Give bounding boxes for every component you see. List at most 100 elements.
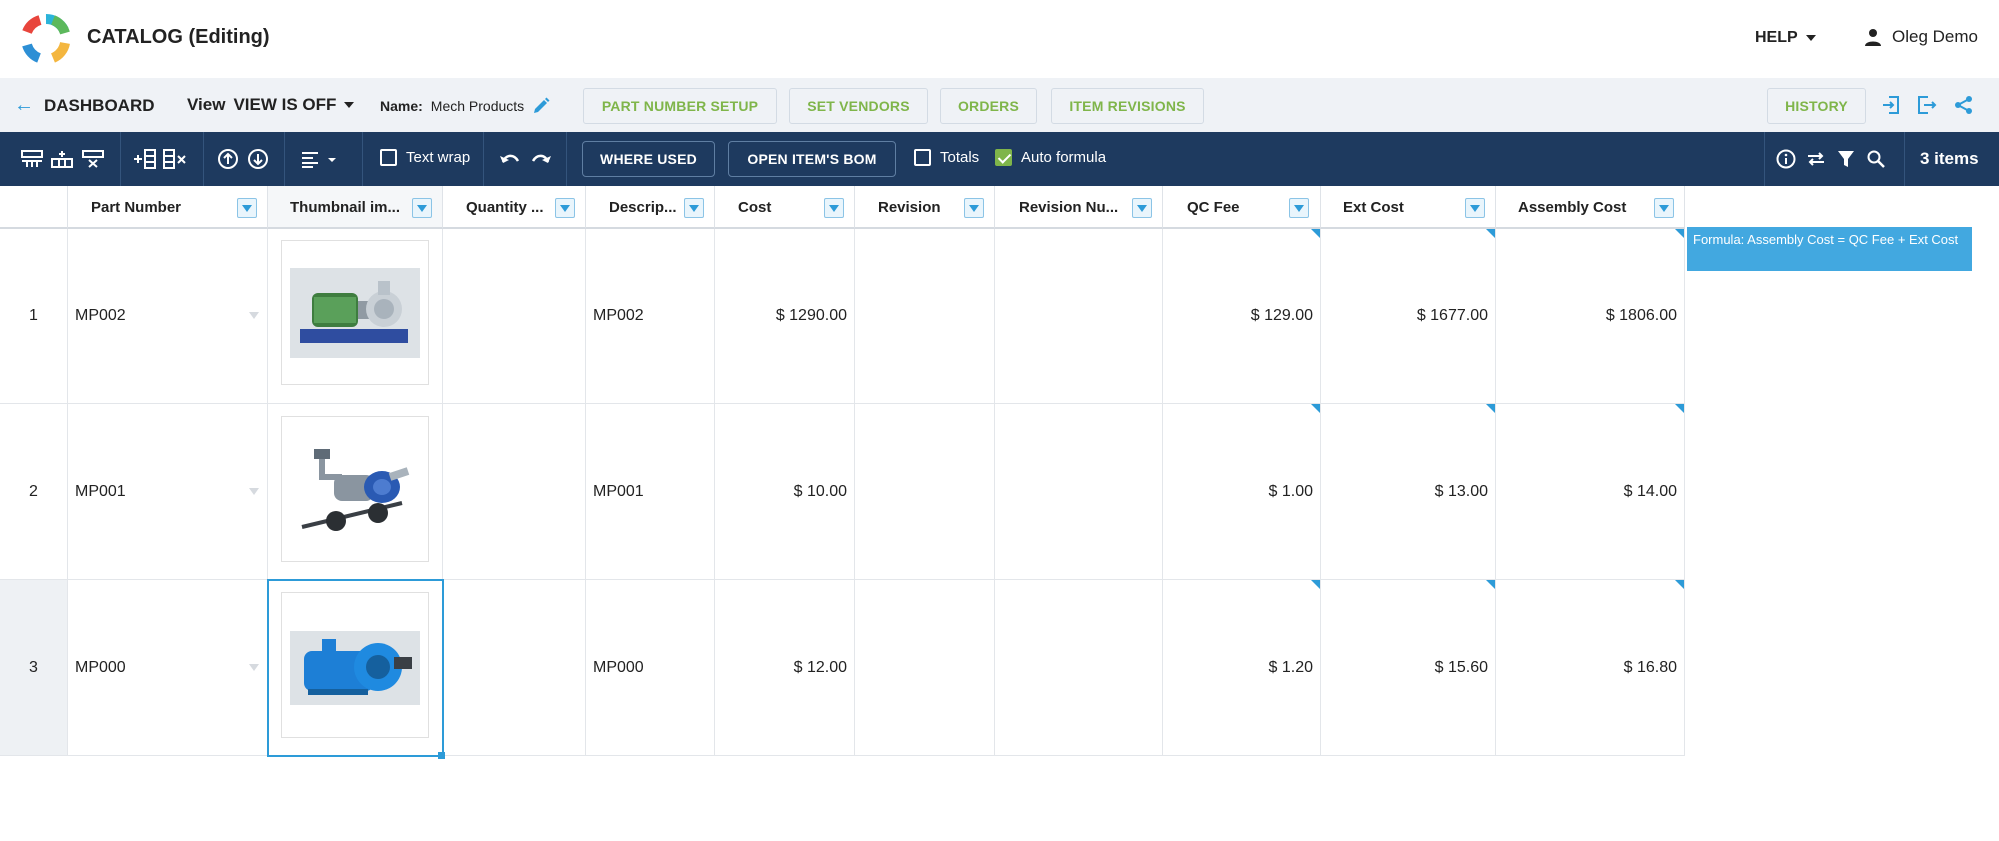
cell-cost[interactable]: $ 12.00	[715, 580, 855, 756]
item-revisions-button[interactable]: ITEM REVISIONS	[1051, 88, 1204, 124]
cell-quantity[interactable]	[443, 229, 586, 404]
row-number-label: 3	[29, 658, 38, 676]
cell-description[interactable]: MP000	[586, 580, 715, 756]
column-filter-button[interactable]	[412, 198, 432, 218]
cell-description[interactable]: MP001	[586, 404, 715, 580]
filter-icon[interactable]	[1834, 148, 1858, 170]
column-filter-button[interactable]	[555, 198, 575, 218]
auto-formula-toggle[interactable]: Auto formula	[995, 149, 1106, 166]
column-header-revision[interactable]: Revision	[855, 186, 995, 229]
view-selector[interactable]: View VIEW IS OFF	[187, 95, 355, 115]
app-logo-icon[interactable]	[20, 13, 72, 65]
column-filter-button[interactable]	[1654, 198, 1674, 218]
column-filter-button[interactable]	[1289, 198, 1309, 218]
cell-ext-cost[interactable]: $ 15.60	[1321, 580, 1496, 756]
move-up-icon[interactable]	[216, 148, 240, 170]
row-number[interactable]: 2	[0, 404, 68, 580]
column-header-cost[interactable]: Cost	[715, 186, 855, 229]
column-filter-button[interactable]	[1132, 198, 1152, 218]
row-number[interactable]: 3	[0, 580, 68, 756]
column-header-assembly-cost[interactable]: Assembly Cost	[1496, 186, 1685, 229]
column-header-qc-fee[interactable]: QC Fee	[1163, 186, 1321, 229]
column-header-description[interactable]: Descrip...	[586, 186, 715, 229]
column-header-revision-number[interactable]: Revision Nu...	[995, 186, 1163, 229]
part-number-setup-button[interactable]: PART NUMBER SETUP	[583, 88, 777, 124]
formula-indicator-icon	[1486, 404, 1495, 413]
text-align-menu[interactable]	[300, 148, 342, 170]
column-header-ext-cost[interactable]: Ext Cost	[1321, 186, 1496, 229]
user-menu[interactable]: Oleg Demo	[1864, 27, 1978, 47]
insert-column-icon[interactable]	[133, 148, 157, 170]
cell-cost[interactable]: $ 1290.00	[715, 229, 855, 404]
cell-description[interactable]: MP002	[586, 229, 715, 404]
cell-revision-number[interactable]	[995, 229, 1163, 404]
column-header-thumbnail[interactable]: Thumbnail im...	[268, 186, 443, 229]
swap-icon[interactable]	[1804, 148, 1828, 170]
cell-thumbnail[interactable]	[268, 404, 443, 580]
orders-button[interactable]: ORDERS	[940, 88, 1037, 124]
column-filter-button[interactable]	[237, 198, 257, 218]
app-title: CATALOG (Editing)	[87, 26, 270, 48]
cell-assembly-cost[interactable]: $ 16.80	[1496, 580, 1685, 756]
set-vendors-button[interactable]: SET VENDORS	[789, 88, 928, 124]
cell-thumbnail[interactable]	[268, 229, 443, 404]
thumbnail-image[interactable]	[281, 240, 429, 385]
column-header-quantity[interactable]: Quantity ...	[443, 186, 586, 229]
where-used-button[interactable]: WHERE USED	[582, 141, 715, 177]
delete-column-icon[interactable]	[163, 148, 187, 170]
pencil-icon[interactable]	[532, 97, 550, 115]
back-to-dashboard[interactable]: ← DASHBOARD	[14, 94, 155, 117]
text-wrap-checkbox[interactable]	[380, 149, 397, 166]
cell-qc-fee[interactable]: $ 129.00	[1163, 229, 1321, 404]
cell-revision-number[interactable]	[995, 404, 1163, 580]
import-icon[interactable]	[1880, 94, 1902, 116]
fill-handle[interactable]	[438, 752, 445, 759]
redo-icon[interactable]	[529, 148, 553, 170]
column-filter-button[interactable]	[824, 198, 844, 218]
cell-quantity[interactable]	[443, 580, 586, 756]
cell-qc-fee[interactable]: $ 1.00	[1163, 404, 1321, 580]
column-header-part-number[interactable]: Part Number	[68, 186, 268, 229]
open-items-bom-button[interactable]: OPEN ITEM'S BOM	[728, 141, 896, 177]
help-menu[interactable]: HELP	[1755, 29, 1816, 47]
cell-part-number[interactable]: MP001	[68, 404, 268, 580]
insert-row-below-icon[interactable]	[50, 148, 74, 170]
cell-value: $ 13.00	[1434, 482, 1488, 500]
info-icon[interactable]	[1774, 148, 1798, 170]
totals-checkbox[interactable]	[914, 149, 931, 166]
thumbnail-image[interactable]	[281, 416, 429, 562]
cell-ext-cost[interactable]: $ 13.00	[1321, 404, 1496, 580]
share-icon[interactable]	[1953, 94, 1975, 116]
column-filter-button[interactable]	[684, 198, 704, 218]
cell-ext-cost[interactable]: $ 1677.00	[1321, 229, 1496, 404]
cell-revision[interactable]	[855, 229, 995, 404]
totals-toggle[interactable]: Totals	[914, 149, 979, 166]
history-button[interactable]: HISTORY	[1767, 88, 1866, 124]
cell-cost[interactable]: $ 10.00	[715, 404, 855, 580]
thumbnail-image[interactable]	[281, 592, 429, 738]
cell-part-number[interactable]: MP000	[68, 580, 268, 756]
cell-thumbnail[interactable]	[268, 580, 443, 756]
cell-revision[interactable]	[855, 580, 995, 756]
auto-formula-checkbox[interactable]	[995, 149, 1012, 166]
cell-quantity[interactable]	[443, 404, 586, 580]
insert-row-above-icon[interactable]	[20, 148, 44, 170]
name-label: Name:	[380, 98, 423, 114]
text-wrap-toggle[interactable]: Text wrap	[380, 149, 470, 166]
auto-formula-label: Auto formula	[1021, 149, 1107, 166]
search-icon[interactable]	[1864, 148, 1888, 170]
cell-value: $ 1.20	[1268, 658, 1313, 676]
column-filter-button[interactable]	[964, 198, 984, 218]
cell-assembly-cost[interactable]: $ 1806.00	[1496, 229, 1685, 404]
cell-qc-fee[interactable]: $ 1.20	[1163, 580, 1321, 756]
row-number[interactable]: 1	[0, 229, 68, 404]
cell-part-number[interactable]: MP002	[68, 229, 268, 404]
export-icon[interactable]	[1916, 94, 1938, 116]
undo-icon[interactable]	[498, 148, 522, 170]
move-down-icon[interactable]	[246, 148, 270, 170]
column-filter-button[interactable]	[1465, 198, 1485, 218]
cell-assembly-cost[interactable]: $ 14.00	[1496, 404, 1685, 580]
delete-row-icon[interactable]	[81, 148, 105, 170]
cell-revision[interactable]	[855, 404, 995, 580]
cell-revision-number[interactable]	[995, 580, 1163, 756]
